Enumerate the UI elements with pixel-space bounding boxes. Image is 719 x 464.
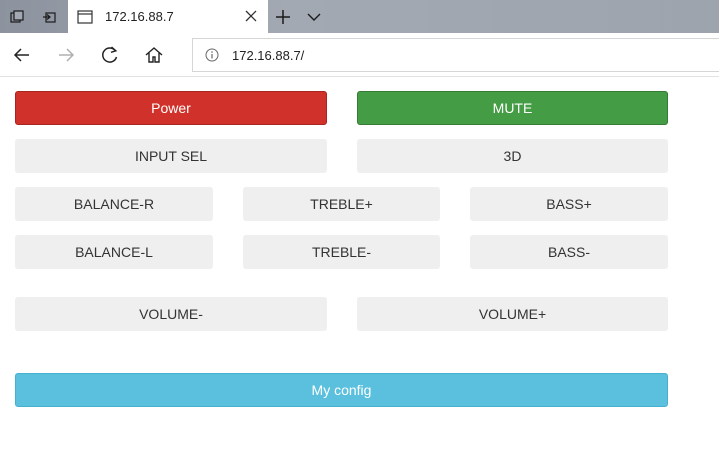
- input-select-button[interactable]: INPUT SEL: [15, 139, 327, 173]
- my-config-button[interactable]: My config: [15, 373, 668, 407]
- refresh-icon[interactable]: [99, 44, 121, 66]
- mute-button[interactable]: MUTE: [357, 91, 668, 125]
- bass-down-button[interactable]: BASS-: [470, 235, 668, 269]
- volume-up-button[interactable]: VOLUME+: [357, 297, 668, 331]
- page-content: Power MUTE INPUT SEL 3D BALANCE-R TREBLE…: [0, 78, 719, 464]
- bass-up-button[interactable]: BASS+: [470, 187, 668, 221]
- treble-down-button[interactable]: TREBLE-: [243, 235, 440, 269]
- info-icon[interactable]: [205, 48, 219, 62]
- navigation-bar: 172.16.88.7/: [0, 33, 719, 77]
- page-icon: [77, 9, 93, 24]
- tab-actions-icon[interactable]: [0, 0, 34, 33]
- 3d-button[interactable]: 3D: [357, 139, 668, 173]
- chevron-down-icon[interactable]: [305, 8, 323, 26]
- forward-arrow-icon[interactable]: [55, 44, 77, 66]
- balance-right-button[interactable]: BALANCE-R: [15, 187, 213, 221]
- volume-down-button[interactable]: VOLUME-: [15, 297, 327, 331]
- browser-titlebar: 172.16.88.7: [0, 0, 719, 33]
- power-button[interactable]: Power: [15, 91, 327, 125]
- treble-up-button[interactable]: TREBLE+: [243, 187, 440, 221]
- address-bar[interactable]: 172.16.88.7/: [192, 38, 719, 72]
- close-icon[interactable]: [244, 9, 258, 23]
- plus-icon[interactable]: [272, 6, 294, 28]
- tab-title: 172.16.88.7: [105, 9, 174, 24]
- back-arrow-icon[interactable]: [11, 44, 33, 66]
- balance-left-button[interactable]: BALANCE-L: [15, 235, 213, 269]
- home-icon[interactable]: [143, 44, 165, 66]
- set-aside-tabs-icon[interactable]: [32, 0, 66, 33]
- browser-tab[interactable]: 172.16.88.7: [68, 0, 268, 33]
- url-text: 172.16.88.7/: [232, 47, 305, 63]
